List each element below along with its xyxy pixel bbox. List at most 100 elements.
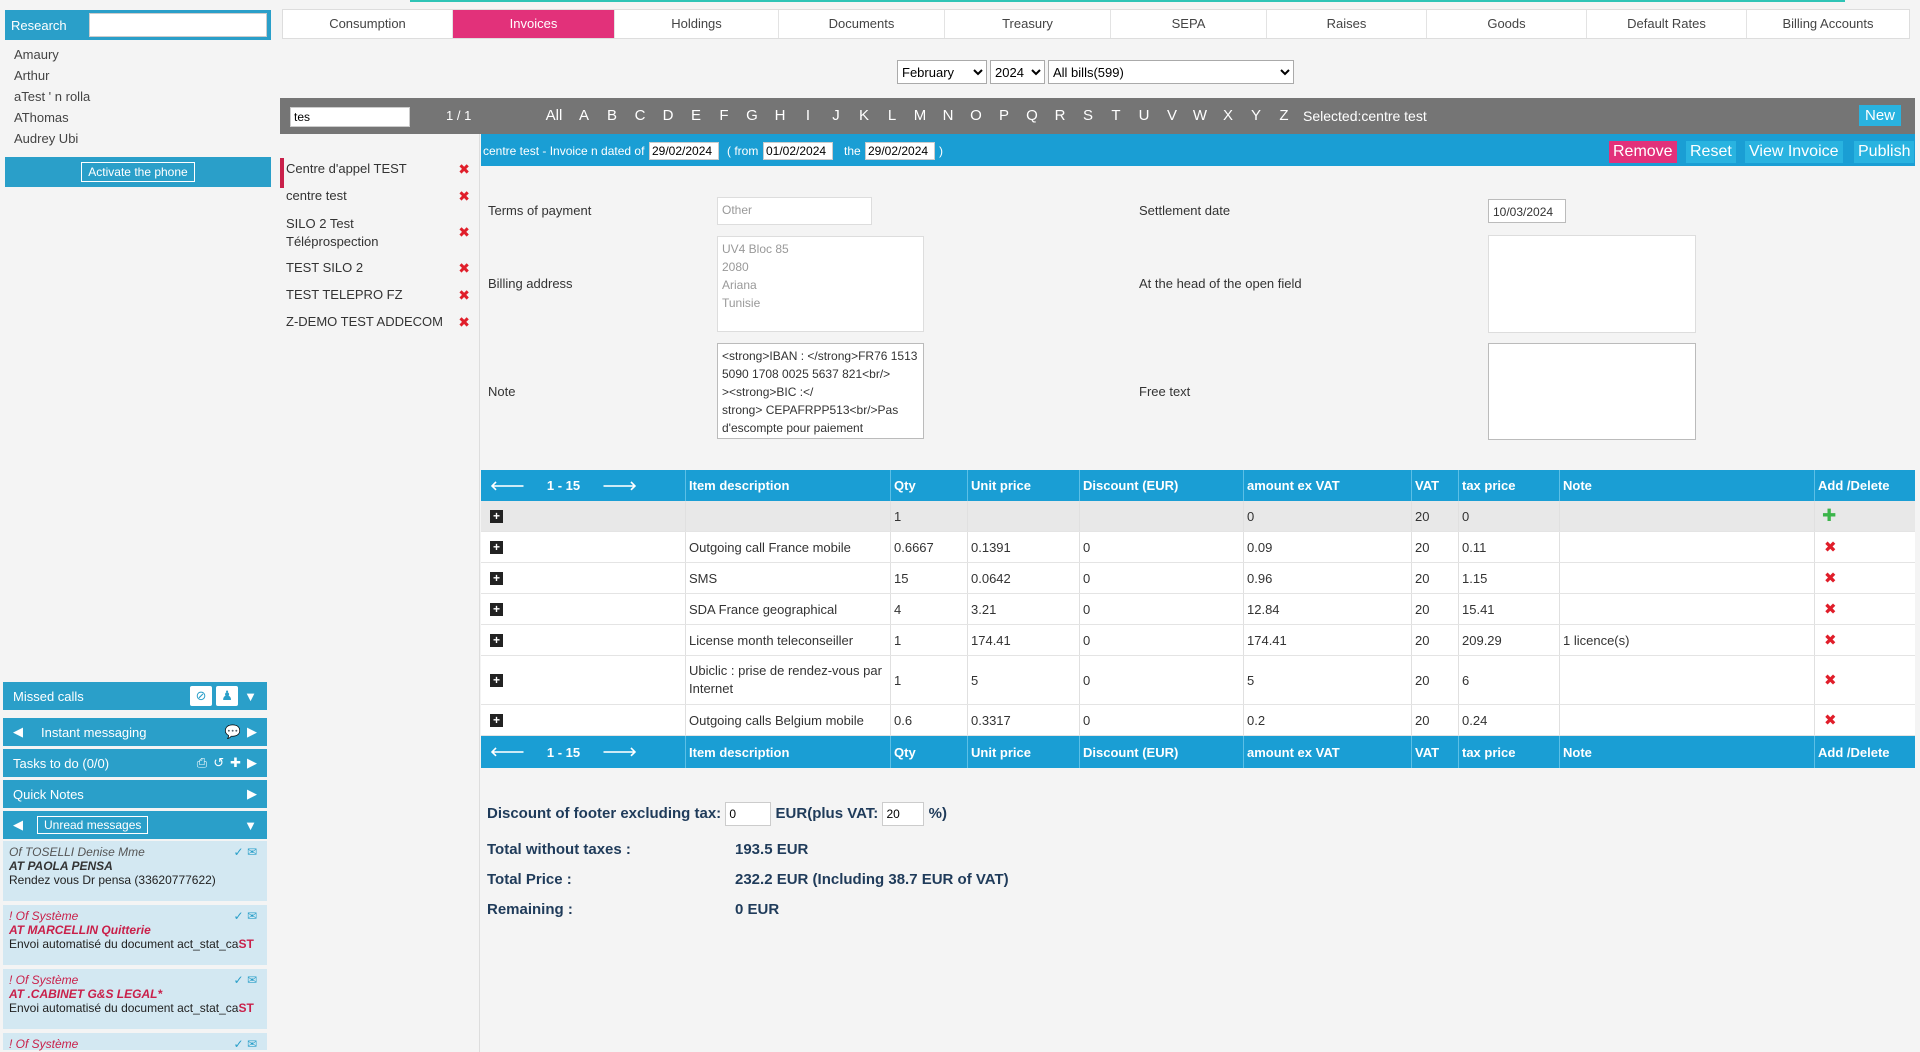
contact-item[interactable]: AThomas xyxy=(14,107,264,128)
expand-icon[interactable]: + xyxy=(490,713,503,727)
letter-g[interactable]: G xyxy=(738,107,766,124)
letter-e[interactable]: E xyxy=(682,107,710,124)
client-item[interactable]: Centre d'appel TEST ✖ xyxy=(286,161,476,178)
tab-consumption[interactable]: Consumption xyxy=(283,10,453,38)
client-item[interactable]: centre test ✖ xyxy=(286,188,476,205)
bills-select[interactable]: All bills(599) xyxy=(1048,60,1294,84)
mail-icon[interactable]: ✉ xyxy=(247,1037,257,1051)
letter-i[interactable]: I xyxy=(794,107,822,124)
delete-icon[interactable]: ✖ xyxy=(1824,711,1837,729)
arrow-right-icon[interactable]: 🡒 xyxy=(602,478,637,494)
instant-messaging-bar[interactable]: ◀ Instant messaging 💬 ▶ xyxy=(3,718,267,746)
letter-m[interactable]: M xyxy=(906,107,934,124)
delete-icon[interactable]: ✖ xyxy=(458,188,470,205)
check-icon[interactable]: ✓ xyxy=(234,1037,244,1051)
tab-goods[interactable]: Goods xyxy=(1427,10,1587,38)
expand-icon[interactable]: + xyxy=(490,633,503,647)
letter-k[interactable]: K xyxy=(850,107,878,124)
delete-icon[interactable]: ✖ xyxy=(458,161,470,178)
letter-a[interactable]: A xyxy=(570,107,598,124)
from-date-input[interactable] xyxy=(763,142,833,160)
letter-t[interactable]: T xyxy=(1102,107,1130,124)
delete-icon[interactable]: ✖ xyxy=(1824,631,1837,649)
mail-icon[interactable]: ✉ xyxy=(247,909,257,923)
client-item[interactable]: SILO 2 Test Téléprospection ✖ xyxy=(286,215,470,251)
quick-notes-bar[interactable]: Quick Notes ▶ xyxy=(3,780,267,808)
check-icon[interactable]: ✓ xyxy=(234,845,244,859)
delete-icon[interactable]: ✖ xyxy=(1824,538,1837,556)
expand-icon[interactable]: + xyxy=(490,673,503,687)
invoice-date-input[interactable] xyxy=(649,142,719,160)
new-button[interactable]: New xyxy=(1858,105,1901,126)
letter-x[interactable]: X xyxy=(1214,107,1242,124)
billing-address-field[interactable]: UV4 Bloc 85 2080 Ariana Tunisie xyxy=(717,236,924,332)
arrow-left-icon[interactable]: 🡐 xyxy=(490,744,525,760)
contact-item[interactable]: aTest ' n rolla xyxy=(14,86,264,107)
expand-icon[interactable]: + xyxy=(490,571,503,585)
letter-j[interactable]: J xyxy=(822,107,850,124)
publish-button[interactable]: Publish xyxy=(1854,141,1915,163)
settlement-date-field[interactable]: 10/03/2024 xyxy=(1488,199,1566,223)
letter-l[interactable]: L xyxy=(878,107,906,124)
letter-h[interactable]: H xyxy=(766,107,794,124)
chevron-down-icon[interactable]: ▼ xyxy=(244,689,257,704)
view-invoice-button[interactable]: View Invoice xyxy=(1745,141,1843,163)
delete-icon[interactable]: ✖ xyxy=(458,260,470,277)
letter-u[interactable]: U xyxy=(1130,107,1158,124)
chevron-right-icon[interactable]: ▶ xyxy=(247,755,257,771)
free-text-field[interactable] xyxy=(1488,343,1696,440)
unread-messages-button[interactable]: Unread messages xyxy=(37,816,149,834)
client-item[interactable]: TEST SILO 2 ✖ xyxy=(286,260,476,277)
message-item[interactable]: ! Of Système AT MARCELLIN Quitterie Envo… xyxy=(3,905,267,967)
letter-n[interactable]: N xyxy=(934,107,962,124)
letter-all[interactable]: All xyxy=(538,107,570,124)
tab-treasury[interactable]: Treasury xyxy=(945,10,1111,38)
delete-icon[interactable]: ✖ xyxy=(458,314,470,331)
chat-icon[interactable]: 💬 xyxy=(225,724,241,740)
check-icon[interactable]: ✓ xyxy=(234,909,244,923)
expand-icon[interactable]: + xyxy=(490,509,503,523)
letter-q[interactable]: Q xyxy=(1018,107,1046,124)
chevron-right-icon[interactable]: ▶ xyxy=(247,724,257,740)
tab-sepa[interactable]: SEPA xyxy=(1111,10,1267,38)
to-date-input[interactable] xyxy=(865,142,935,160)
letter-p[interactable]: P xyxy=(990,107,1018,124)
client-item[interactable]: TEST TELEPRO FZ ✖ xyxy=(286,287,476,304)
group-icon[interactable]: ♟ xyxy=(216,686,239,706)
add-icon[interactable]: ✚ xyxy=(1822,506,1836,526)
check-icon[interactable]: ✓ xyxy=(234,973,244,987)
activate-phone-button[interactable]: Activate the phone xyxy=(81,162,195,182)
tab-default-rates[interactable]: Default Rates xyxy=(1587,10,1747,38)
delete-icon[interactable]: ✖ xyxy=(458,223,470,241)
letter-z[interactable]: Z xyxy=(1270,107,1298,124)
letter-c[interactable]: C xyxy=(626,107,654,124)
client-search-input[interactable] xyxy=(290,107,410,127)
mail-icon[interactable]: ✉ xyxy=(247,973,257,987)
letter-s[interactable]: S xyxy=(1074,107,1102,124)
tab-invoices[interactable]: Invoices xyxy=(453,10,615,38)
chevron-left-icon[interactable]: ◀ xyxy=(13,817,23,833)
chevron-left-icon[interactable]: ◀ xyxy=(13,724,23,740)
expand-icon[interactable]: + xyxy=(490,602,503,616)
letter-r[interactable]: R xyxy=(1046,107,1074,124)
delete-icon[interactable]: ✖ xyxy=(458,287,470,304)
expand-icon[interactable]: + xyxy=(490,540,503,554)
tab-documents[interactable]: Documents xyxy=(779,10,945,38)
missed-calls-bar[interactable]: Missed calls ⊘ ♟ ▼ xyxy=(3,682,267,710)
delete-icon[interactable]: ✖ xyxy=(1824,600,1837,618)
letter-v[interactable]: V xyxy=(1158,107,1186,124)
print-icon[interactable]: ⎙ xyxy=(197,755,207,771)
chevron-right-icon[interactable]: ▶ xyxy=(247,786,257,802)
arrow-right-icon[interactable]: 🡒 xyxy=(602,744,637,760)
letter-o[interactable]: O xyxy=(962,107,990,124)
note-field[interactable]: <strong>IBAN : </strong>FR76 1513 5090 1… xyxy=(717,343,924,439)
tab-holdings[interactable]: Holdings xyxy=(615,10,779,38)
block-icon[interactable]: ⊘ xyxy=(190,686,213,706)
remove-button[interactable]: Remove xyxy=(1609,141,1677,163)
message-item[interactable]: ! Of Système AT .CABINET G&S LEGAL* Envo… xyxy=(3,969,267,1031)
month-select[interactable]: February xyxy=(897,60,987,84)
letter-f[interactable]: F xyxy=(710,107,738,124)
letter-y[interactable]: Y xyxy=(1242,107,1270,124)
contact-item[interactable]: Amaury xyxy=(14,44,264,65)
letter-d[interactable]: D xyxy=(654,107,682,124)
